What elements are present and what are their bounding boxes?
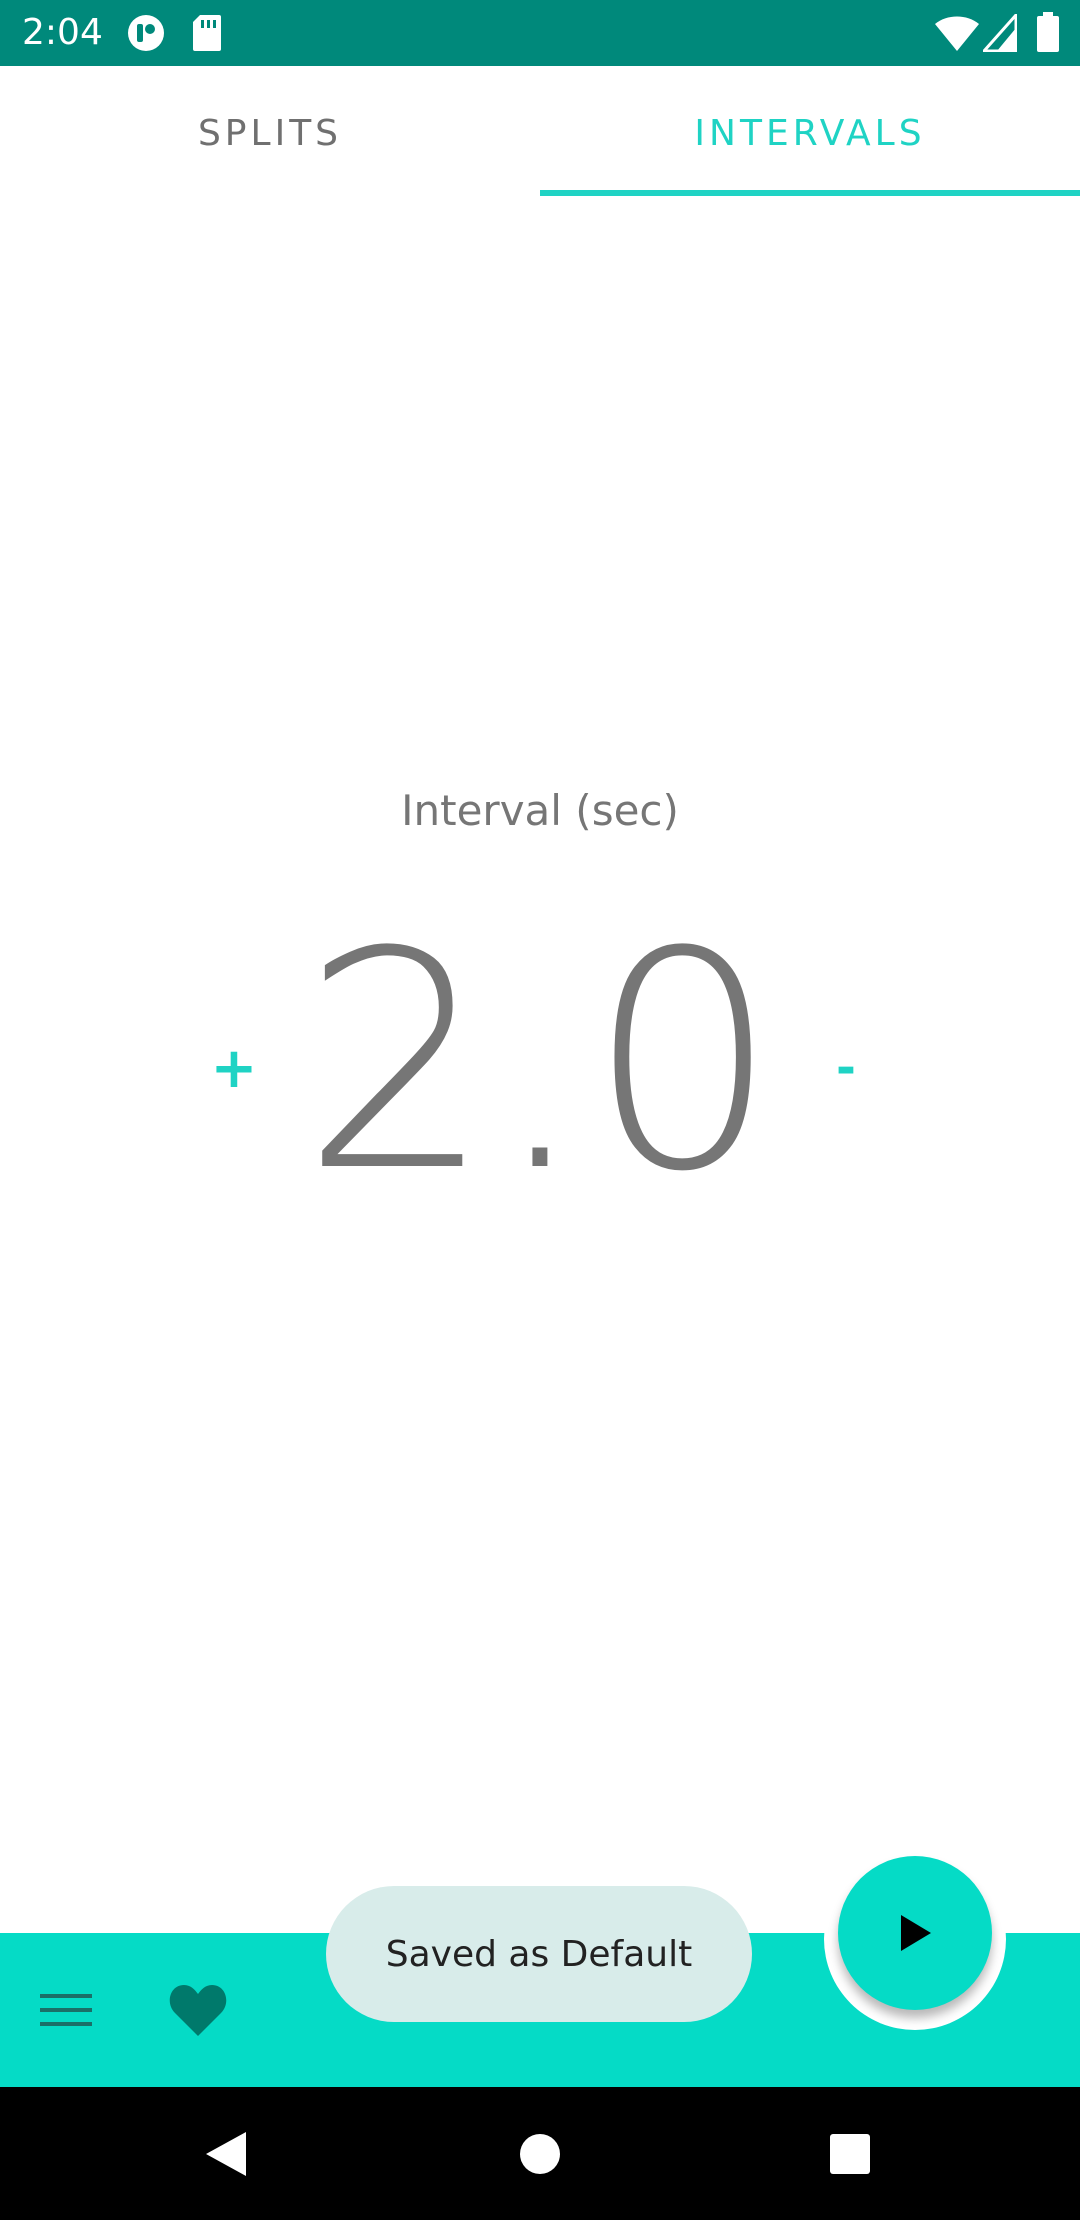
sd-card-icon <box>193 15 221 51</box>
increment-button[interactable]: + <box>194 1028 274 1108</box>
play-icon <box>901 1915 931 1951</box>
interval-value: 2.0 <box>301 888 779 1237</box>
app-screen: 2:04 SPLITS INTERVALS Interval (sec) + 2… <box>0 0 1080 2220</box>
back-icon[interactable] <box>202 2130 250 2178</box>
battery-icon <box>1037 12 1059 52</box>
recents-icon[interactable] <box>828 2132 872 2176</box>
tab-splits[interactable]: SPLITS <box>0 66 540 200</box>
play-button[interactable] <box>838 1856 992 2010</box>
tab-selected-indicator <box>540 190 1080 196</box>
tab-intervals[interactable]: INTERVALS <box>540 66 1080 200</box>
tab-bar: SPLITS INTERVALS <box>0 66 1080 200</box>
toast-message: Saved as Default <box>326 1886 752 2022</box>
interval-label: Interval (sec) <box>401 786 679 835</box>
heart-icon[interactable] <box>168 1982 228 2038</box>
wifi-icon <box>935 16 979 51</box>
home-icon[interactable] <box>518 2132 562 2176</box>
app-notification-icon <box>128 15 164 51</box>
menu-icon[interactable] <box>38 1988 94 2032</box>
status-time: 2:04 <box>22 12 103 53</box>
cell-signal-icon <box>983 14 1017 52</box>
navigation-bar <box>0 2087 1080 2220</box>
decrement-button[interactable]: - <box>806 1028 886 1108</box>
status-bar: 2:04 <box>0 0 1080 66</box>
